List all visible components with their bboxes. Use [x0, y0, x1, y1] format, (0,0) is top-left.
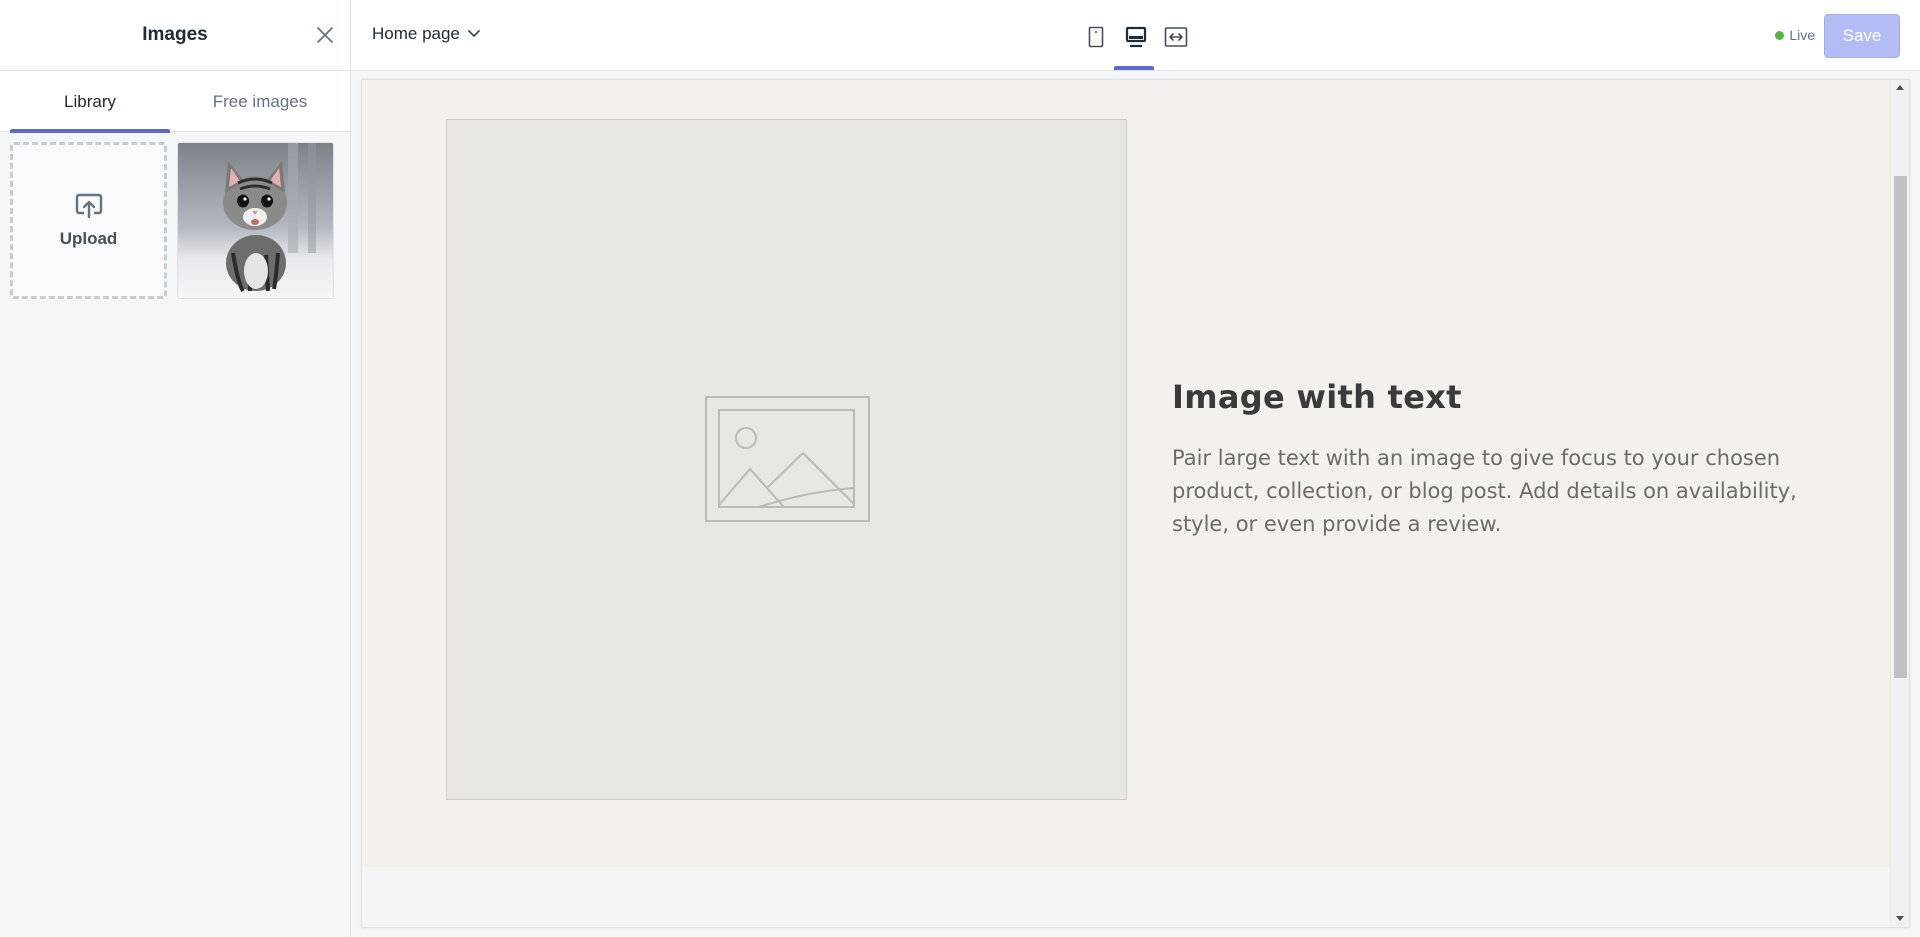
page-selector[interactable]: Home page [372, 24, 480, 44]
preview-footer [362, 867, 1892, 927]
image-placeholder-icon [705, 396, 870, 522]
page-selector-label: Home page [372, 24, 460, 43]
kitten-photo-icon [178, 143, 333, 298]
upload-label: Upload [59, 228, 118, 248]
upload-icon [75, 193, 102, 218]
image-placeholder[interactable] [446, 119, 1127, 800]
desktop-icon [1125, 26, 1147, 48]
mobile-view-button[interactable] [1083, 24, 1109, 50]
chevron-down-icon [467, 30, 480, 37]
editor-topbar: Home page Live Save [351, 0, 1920, 71]
tab-free-images[interactable]: Free images [170, 71, 350, 132]
scroll-up-icon[interactable] [1896, 85, 1904, 90]
image-with-text-content: Image with text Pair large text with an … [1172, 378, 1812, 541]
images-sidebar: Images Library Free images Upload [0, 0, 351, 937]
close-button[interactable] [312, 22, 338, 48]
preview-scrollbar[interactable] [1890, 80, 1909, 927]
device-toggle-group [1083, 24, 1189, 50]
sidebar-header: Images [0, 0, 350, 71]
live-label: Live [1789, 27, 1815, 43]
upload-button[interactable]: Upload [10, 142, 167, 299]
scroll-down-icon[interactable] [1896, 916, 1904, 921]
live-status: Live [1775, 27, 1815, 43]
mobile-icon [1088, 26, 1104, 48]
preview-frame[interactable]: Image with text Pair large text with an … [361, 79, 1910, 928]
fullwidth-icon [1164, 27, 1188, 47]
close-icon [317, 27, 333, 43]
save-button[interactable]: Save [1824, 14, 1900, 58]
active-device-indicator [1114, 66, 1154, 70]
image-grid: Upload [10, 142, 334, 299]
live-dot-icon [1775, 30, 1785, 40]
fullwidth-view-button[interactable] [1163, 24, 1189, 50]
tab-library[interactable]: Library [10, 71, 170, 133]
sidebar-title: Images [142, 24, 208, 45]
section-text: Pair large text with an image to give fo… [1172, 446, 1797, 536]
library-image-kitten[interactable] [177, 142, 334, 299]
theme-preview-area: Image with text Pair large text with an … [351, 71, 1920, 937]
image-source-tabs: Library Free images [0, 71, 350, 133]
desktop-view-button[interactable] [1123, 24, 1149, 50]
section-heading: Image with text [1172, 378, 1462, 416]
scroll-thumb[interactable] [1894, 176, 1907, 678]
